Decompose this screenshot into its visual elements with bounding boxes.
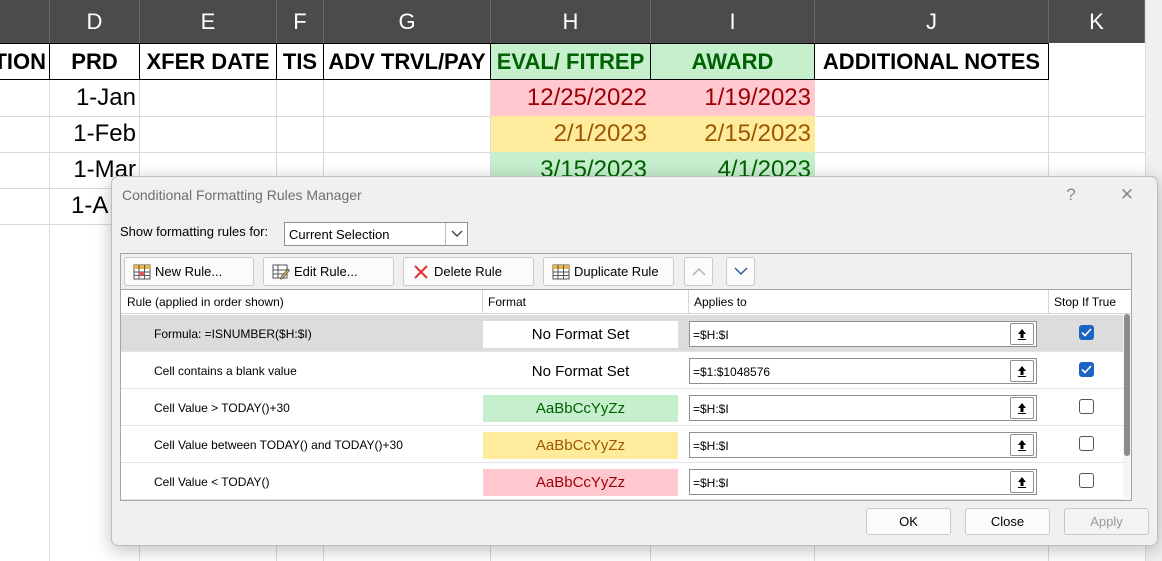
column-stop-if-true[interactable]: Stop If True: [1054, 295, 1116, 309]
delete-rule-label: Delete Rule: [434, 264, 502, 279]
column-header-c[interactable]: [0, 0, 50, 43]
move-up-icon: [691, 263, 706, 281]
apply-button[interactable]: Apply: [1064, 508, 1149, 535]
header-cell-prd[interactable]: PRD: [50, 43, 140, 80]
applies-to-input[interactable]: =$H:$I: [689, 469, 1037, 495]
move-up-button[interactable]: [684, 257, 713, 286]
stop-if-true-checkbox[interactable]: [1079, 436, 1094, 451]
stop-if-true-checkbox[interactable]: [1079, 473, 1094, 488]
chevron-down-icon[interactable]: [445, 223, 467, 245]
applies-to-value: =$H:$I: [693, 402, 729, 416]
rule-description: Cell Value between TODAY() and TODAY()+3…: [154, 438, 403, 452]
column-applies-to[interactable]: Applies to: [694, 295, 747, 309]
applies-to-input[interactable]: =$H:$I: [689, 432, 1037, 458]
column-rule[interactable]: Rule (applied in order shown): [127, 295, 284, 309]
dialog-titlebar[interactable]: Conditional Formatting Rules Manager ? ✕: [112, 177, 1157, 214]
edit-rule-icon: [272, 263, 290, 281]
rule-format-preview: No Format Set: [483, 321, 678, 348]
new-rule-button[interactable]: New Rule...: [124, 257, 254, 286]
duplicate-rule-button[interactable]: Duplicate Rule: [543, 257, 674, 286]
rule-description: Cell contains a blank value: [154, 364, 297, 378]
rule-row[interactable]: Cell Value < TODAY() AaBbCcYyZz =$H:$I: [121, 463, 1126, 500]
column-header-e[interactable]: E: [140, 0, 277, 43]
scrollbar-thumb[interactable]: [1124, 314, 1130, 456]
column-header-h[interactable]: H: [491, 0, 651, 43]
delete-icon: [412, 263, 430, 281]
cell-eval[interactable]: 2/1/2023: [491, 116, 651, 152]
checkmark-icon: [1081, 365, 1092, 374]
rule-format-preview: No Format Set: [531, 363, 630, 380]
rule-description: Formula: =ISNUMBER($H:$I): [154, 327, 312, 341]
rule-row[interactable]: Cell Value between TODAY() and TODAY()+3…: [121, 426, 1126, 463]
cell-prd[interactable]: 1-Feb: [50, 116, 140, 152]
rules-list-header: Rule (applied in order shown) Format App…: [121, 290, 1131, 314]
column-header-j[interactable]: J: [815, 0, 1049, 43]
edit-rule-button[interactable]: Edit Rule...: [263, 257, 394, 286]
applies-to-input[interactable]: =$H:$I: [689, 395, 1037, 421]
close-button[interactable]: Close: [965, 508, 1050, 535]
rule-row[interactable]: Cell Value > TODAY()+30 AaBbCcYyZz =$H:$…: [121, 389, 1126, 426]
collapse-range-icon[interactable]: [1010, 471, 1034, 493]
new-rule-icon: [133, 263, 151, 281]
checkmark-icon: [1081, 328, 1092, 337]
header-cell-position[interactable]: TION: [0, 43, 50, 80]
rule-row[interactable]: Cell contains a blank value No Format Se…: [121, 352, 1126, 389]
delete-rule-button[interactable]: Delete Rule: [403, 257, 534, 286]
rules-list: Rule (applied in order shown) Format App…: [120, 289, 1132, 501]
column-header-f[interactable]: F: [277, 0, 324, 43]
collapse-range-icon[interactable]: [1010, 360, 1034, 382]
close-icon[interactable]: ✕: [1116, 185, 1138, 205]
show-rules-for-value: Current Selection: [289, 227, 390, 242]
rule-format-preview: AaBbCcYyZz: [483, 432, 678, 459]
column-header-i[interactable]: I: [651, 0, 815, 43]
applies-to-input[interactable]: =$H:$I: [689, 321, 1037, 347]
header-cell-adv-trvl-pay[interactable]: ADV TRVL/PAY: [324, 43, 491, 80]
move-down-icon: [733, 263, 748, 281]
cell-eval[interactable]: 12/25/2022: [491, 80, 651, 116]
stop-if-true-checkbox[interactable]: [1079, 399, 1094, 414]
help-icon[interactable]: ?: [1060, 185, 1082, 205]
cell-award[interactable]: 1/19/2023: [651, 80, 815, 116]
applies-to-value: =$1:$1048576: [693, 365, 771, 379]
collapse-range-icon[interactable]: [1010, 434, 1034, 456]
rule-description: Cell Value < TODAY(): [154, 475, 270, 489]
column-format[interactable]: Format: [488, 295, 526, 309]
column-header-k[interactable]: K: [1049, 0, 1145, 43]
column-header-d[interactable]: D: [50, 0, 140, 43]
collapse-range-icon[interactable]: [1010, 397, 1034, 419]
stop-if-true-checkbox[interactable]: [1079, 325, 1094, 340]
cell-award[interactable]: 2/15/2023: [651, 116, 815, 152]
column-header-g[interactable]: G: [324, 0, 491, 43]
rule-format-preview: AaBbCcYyZz: [483, 469, 678, 496]
duplicate-rule-label: Duplicate Rule: [574, 264, 659, 279]
rules-toolbar: New Rule... Edit Rule... Delete Rule Dup…: [120, 253, 1132, 290]
dialog-title: Conditional Formatting Rules Manager: [122, 187, 362, 203]
rule-format-preview: AaBbCcYyZz: [483, 395, 678, 422]
header-cell-xfer-date[interactable]: XFER DATE: [140, 43, 277, 80]
ok-button[interactable]: OK: [866, 508, 951, 535]
applies-to-value: =$H:$I: [693, 328, 729, 342]
applies-to-input[interactable]: =$1:$1048576: [689, 358, 1037, 384]
show-rules-for-label: Show formatting rules for:: [120, 224, 269, 239]
stop-if-true-checkbox[interactable]: [1079, 362, 1094, 377]
rule-row[interactable]: Formula: =ISNUMBER($H:$I) No Format Set …: [121, 315, 1126, 352]
header-cell-additional-notes[interactable]: ADDITIONAL NOTES: [815, 43, 1049, 80]
new-rule-label: New Rule...: [155, 264, 223, 279]
show-rules-for-select[interactable]: Current Selection: [284, 222, 468, 246]
conditional-formatting-rules-manager-dialog: Conditional Formatting Rules Manager ? ✕…: [111, 176, 1158, 546]
collapse-range-icon[interactable]: [1010, 323, 1034, 345]
rule-description: Cell Value > TODAY()+30: [154, 401, 290, 415]
move-down-button[interactable]: [726, 257, 755, 286]
duplicate-icon: [552, 263, 570, 281]
header-cell-eval-fitrep[interactable]: EVAL/ FITREP: [491, 43, 651, 80]
applies-to-value: =$H:$I: [693, 439, 729, 453]
applies-to-value: =$H:$I: [693, 476, 729, 490]
header-cell-award[interactable]: AWARD: [651, 43, 815, 80]
edit-rule-label: Edit Rule...: [294, 264, 358, 279]
header-cell-tis[interactable]: TIS: [277, 43, 324, 80]
cell-prd[interactable]: 1-Jan: [50, 80, 140, 116]
rules-list-scrollbar[interactable]: [1123, 314, 1131, 500]
